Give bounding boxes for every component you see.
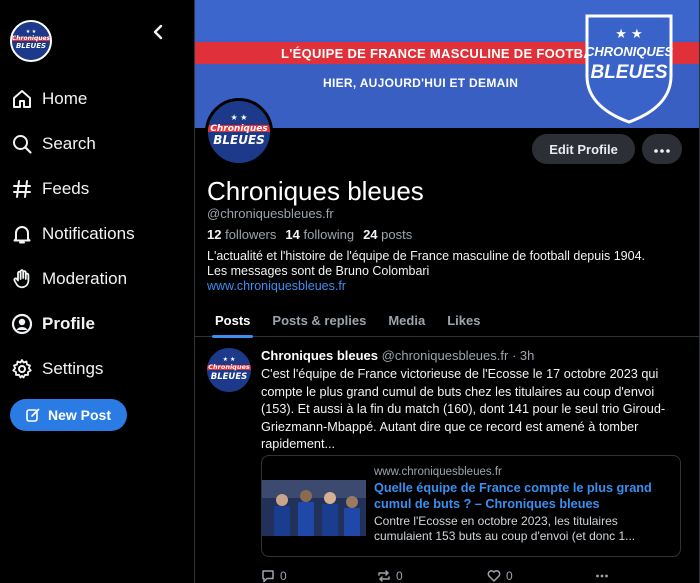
profile-column: L'ÉQUIPE DE FRANCE MASCULINE DE FOOTBALL… bbox=[194, 0, 700, 583]
link-preview-thumbnail bbox=[262, 480, 366, 536]
ellipsis-icon bbox=[654, 140, 670, 158]
reply-icon bbox=[261, 569, 275, 583]
link-preview-card[interactable]: www.chroniquesbleues.fr Quelle équipe de… bbox=[261, 455, 681, 557]
reply-count: 0 bbox=[280, 569, 287, 583]
profile-website-link[interactable]: www.chroniquesbleues.fr bbox=[207, 279, 346, 293]
compose-icon bbox=[26, 408, 40, 422]
new-post-button[interactable]: New Post bbox=[10, 399, 127, 431]
main-nav: Home Search Feeds Notifications Moderati… bbox=[10, 76, 190, 391]
svg-text:BLEUES: BLEUES bbox=[16, 42, 46, 50]
banner-title: L'ÉQUIPE DE FRANCE MASCULINE DE FOOTBALL bbox=[281, 46, 610, 61]
banner-logo-line1: CHRONIQUES bbox=[584, 44, 674, 59]
nav-feeds[interactable]: Feeds bbox=[10, 166, 190, 211]
nav-search[interactable]: Search bbox=[10, 121, 190, 166]
nav-feeds-label: Feeds bbox=[42, 178, 90, 198]
app-logo[interactable]: ★ ★ Chroniques BLEUES bbox=[10, 20, 52, 62]
nav-notifications-label: Notifications bbox=[42, 223, 135, 243]
sidebar: ★ ★ Chroniques BLEUES Home Search Feeds bbox=[0, 0, 194, 583]
banner-subtitle: HIER, AUJOURD'HUI ET DEMAIN bbox=[323, 76, 519, 90]
like-button[interactable]: 0 bbox=[487, 567, 595, 583]
repost-icon bbox=[377, 569, 391, 583]
link-preview-title: Quelle équipe de France compte le plus g… bbox=[374, 481, 652, 511]
post-timestamp[interactable]: · 3h bbox=[512, 348, 534, 363]
tab-media[interactable]: Media bbox=[377, 303, 436, 337]
svg-text:BLEUES: BLEUES bbox=[213, 133, 265, 147]
post-more-button[interactable] bbox=[595, 567, 614, 583]
edit-profile-button[interactable]: Edit Profile bbox=[532, 134, 635, 164]
search-icon bbox=[10, 132, 34, 156]
profile-display-name: Chroniques bleues bbox=[207, 176, 424, 206]
tab-likes[interactable]: Likes bbox=[436, 303, 491, 337]
link-preview-domain: www.chroniquesbleues.fr bbox=[374, 466, 502, 478]
bio-line-2: Les messages sont de Bruno Colombari bbox=[207, 264, 430, 278]
post-author-avatar[interactable]: ★ ★ Chroniques BLEUES bbox=[207, 348, 251, 392]
nav-moderation-label: Moderation bbox=[42, 268, 128, 288]
repost-count: 0 bbox=[396, 569, 403, 583]
nav-home[interactable]: Home bbox=[10, 76, 190, 121]
banner-shield-logo: ★ ★ CHRONIQUES BLEUES bbox=[581, 10, 677, 126]
svg-text:★ ★: ★ ★ bbox=[223, 356, 236, 363]
post-author-handle[interactable]: @chroniquesbleues.fr bbox=[382, 348, 509, 363]
svg-text:BLEUES: BLEUES bbox=[211, 372, 248, 382]
nav-profile[interactable]: Profile bbox=[10, 301, 190, 346]
feed-post[interactable]: ★ ★ Chroniques BLEUES Chroniques bleues … bbox=[195, 338, 699, 583]
profile-bio: L'actualité et l'histoire de l'équipe de… bbox=[207, 249, 693, 279]
post-header: Chroniques bleues @chroniquesbleues.fr ·… bbox=[261, 348, 534, 363]
post-body: C'est l'équipe de France victorieuse de … bbox=[261, 367, 666, 451]
profile-stats: 12 followers 14 following 24 posts bbox=[207, 227, 412, 242]
nav-home-label: Home bbox=[42, 88, 88, 108]
nav-search-label: Search bbox=[42, 133, 96, 153]
nav-settings[interactable]: Settings bbox=[10, 346, 190, 391]
bio-line-1: L'actualité et l'histoire de l'équipe de… bbox=[207, 249, 645, 263]
hand-icon bbox=[10, 267, 34, 291]
posts-stat: 24 posts bbox=[363, 227, 413, 242]
ellipsis-icon bbox=[595, 569, 609, 583]
followers-stat[interactable]: 12 followers bbox=[207, 227, 276, 242]
profile-icon bbox=[10, 312, 34, 336]
home-icon bbox=[10, 87, 34, 111]
chevron-left-icon[interactable] bbox=[149, 22, 169, 42]
profile-handle: @chroniquesbleues.fr bbox=[207, 206, 334, 221]
profile-banner[interactable]: L'ÉQUIPE DE FRANCE MASCULINE DE FOOTBALL… bbox=[195, 0, 699, 128]
post-author-name[interactable]: Chroniques bleues bbox=[261, 348, 378, 363]
nav-moderation[interactable]: Moderation bbox=[10, 256, 190, 301]
link-preview-description: Contre l'Ecosse en octobre 2023, les tit… bbox=[374, 514, 636, 543]
repost-button[interactable]: 0 bbox=[377, 567, 487, 583]
profile-avatar[interactable]: ★ ★ Chroniques BLEUES bbox=[205, 98, 273, 166]
bell-icon bbox=[10, 222, 34, 246]
tab-posts-replies[interactable]: Posts & replies bbox=[261, 303, 377, 337]
svg-text:★ ★: ★ ★ bbox=[615, 27, 642, 42]
banner-logo-line2: BLEUES bbox=[590, 62, 668, 83]
heart-icon bbox=[487, 569, 501, 583]
nav-profile-label: Profile bbox=[42, 313, 95, 333]
tab-posts[interactable]: Posts bbox=[204, 303, 261, 338]
following-stat[interactable]: 14 following bbox=[285, 227, 354, 242]
profile-tabs: Posts Posts & replies Media Likes bbox=[195, 303, 699, 338]
gear-icon bbox=[10, 357, 34, 381]
svg-text:★ ★: ★ ★ bbox=[231, 113, 248, 122]
svg-text:Chroniques: Chroniques bbox=[12, 35, 50, 42]
hash-icon bbox=[10, 177, 34, 201]
post-actions: 0 0 0 bbox=[261, 567, 681, 583]
new-post-label: New Post bbox=[47, 407, 111, 423]
svg-text:Chroniques: Chroniques bbox=[208, 363, 250, 371]
more-options-button[interactable] bbox=[642, 134, 682, 164]
nav-notifications[interactable]: Notifications bbox=[10, 211, 190, 256]
nav-settings-label: Settings bbox=[42, 358, 104, 378]
like-count: 0 bbox=[506, 569, 513, 583]
reply-button[interactable]: 0 bbox=[261, 567, 377, 583]
